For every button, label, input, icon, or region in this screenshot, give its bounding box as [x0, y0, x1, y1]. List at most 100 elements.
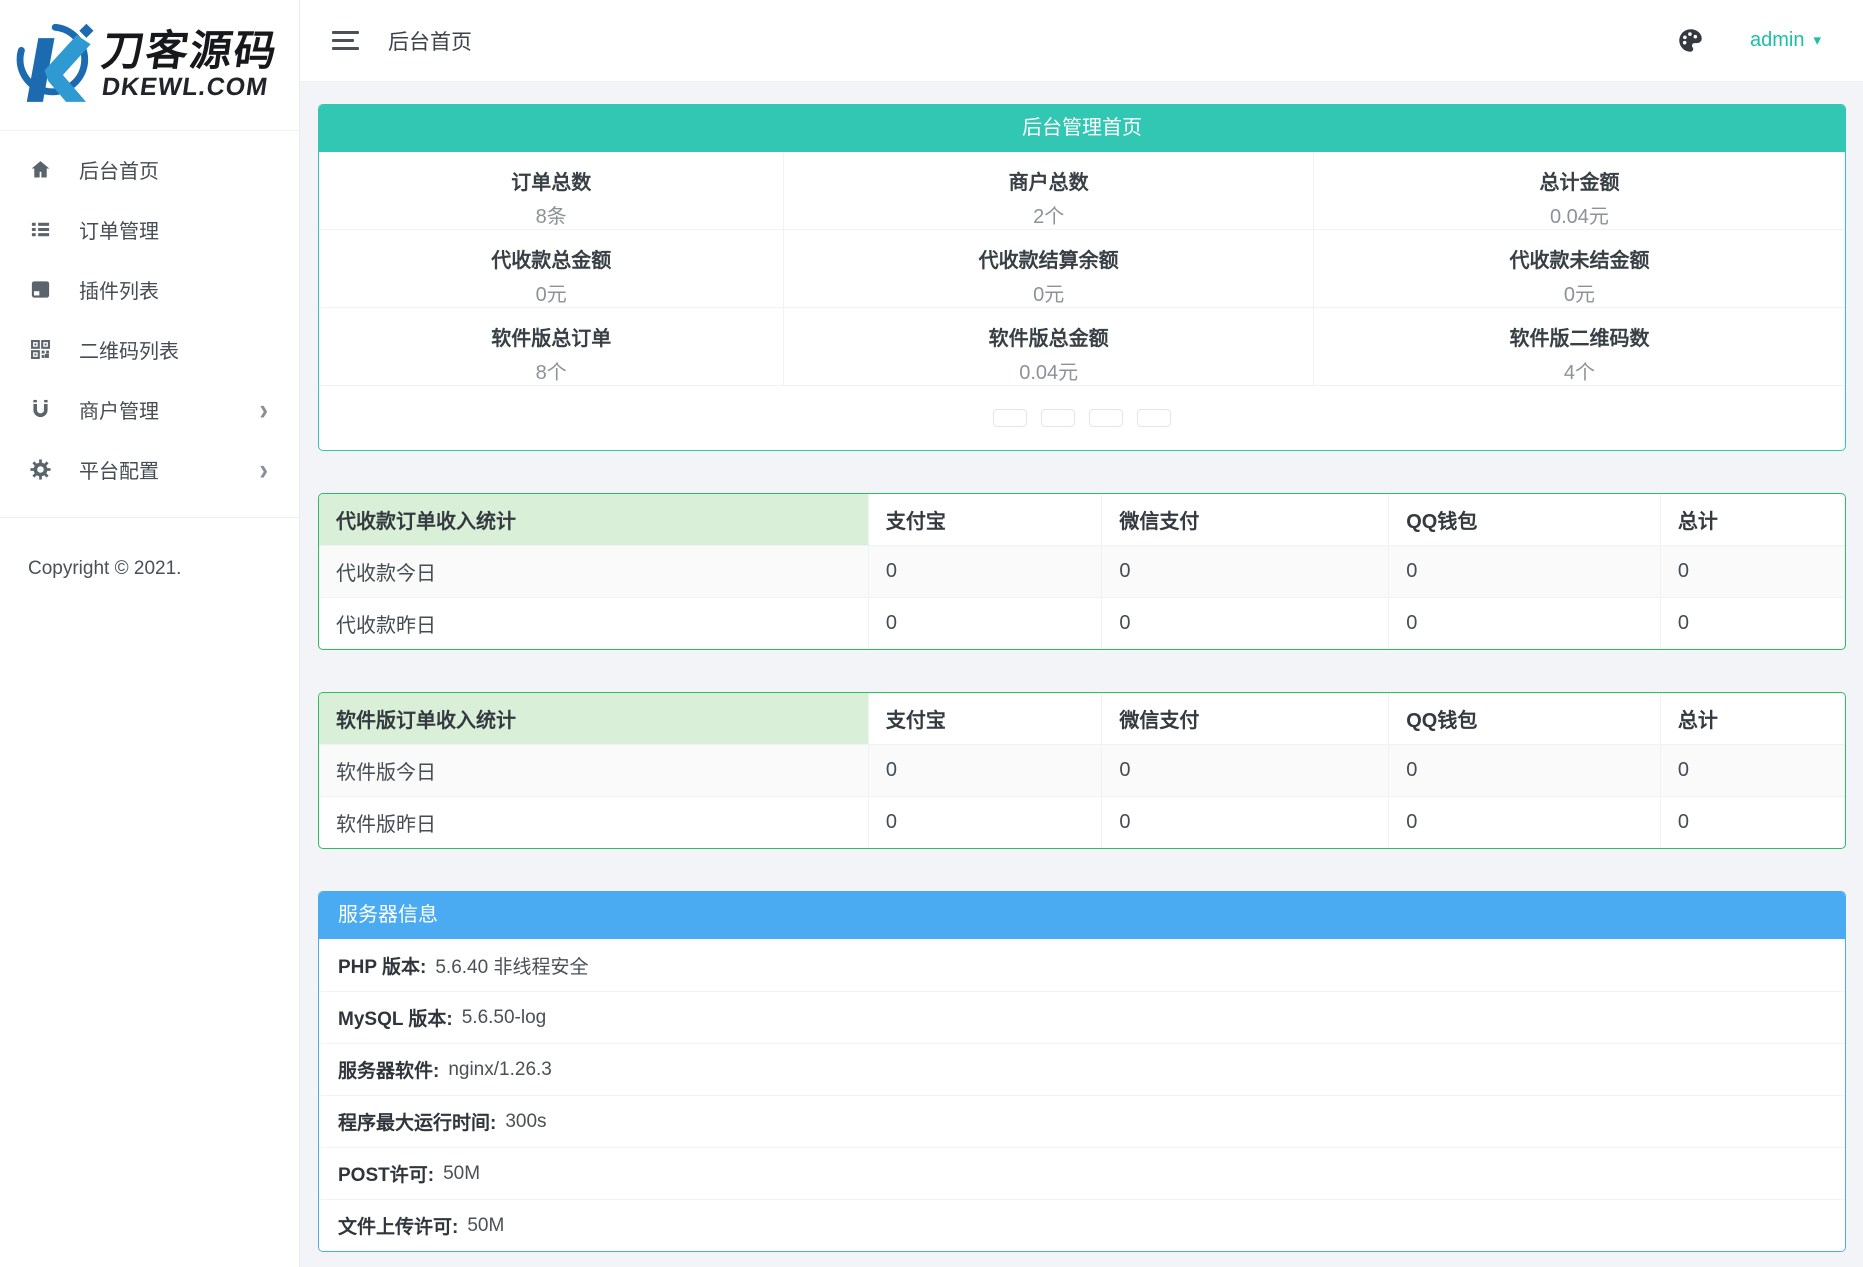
stat-value: 0.04元: [1314, 200, 1845, 229]
sidebar-item-home[interactable]: 后台首页 ›: [0, 139, 299, 199]
config-button[interactable]: [1089, 409, 1123, 427]
magnet-icon: [29, 398, 52, 421]
topbar-right: admin ▾: [1677, 27, 1821, 54]
server-info-label: 文件上传许可:: [338, 1212, 458, 1239]
row-label: 软件版今日: [319, 744, 868, 796]
stat-label: 软件版二维码数: [1314, 322, 1845, 351]
stat-value: 8个: [319, 356, 783, 385]
server-info-label: 服务器软件:: [338, 1056, 439, 1083]
server-info-row: 程序最大运行时间: 300s: [319, 1095, 1845, 1147]
column-header: 支付宝: [868, 693, 1101, 744]
server-info-row: 服务器软件: nginx/1.26.3: [319, 1043, 1845, 1095]
brand-name-en: DKEWL.COM: [100, 75, 280, 101]
sidebar-item-plugins[interactable]: 插件列表 ›: [0, 259, 299, 319]
column-header: QQ钱包: [1389, 494, 1661, 545]
software-income-table-panel: 软件版订单收入统计 支付宝 微信支付 QQ钱包 总计 软件版今日 0 0 0 0: [318, 692, 1846, 849]
sidebar-item-label: 商户管理: [79, 395, 159, 424]
stat-value: 8条: [319, 200, 783, 229]
table-title: 代收款订单收入统计: [319, 494, 868, 545]
stat-value: 0.04元: [784, 356, 1313, 385]
row-label: 软件版昨日: [319, 796, 868, 848]
stat-cell: 代收款总金额 0元: [319, 230, 784, 308]
table-cell: 0: [1102, 597, 1389, 649]
table-cell: 0: [1389, 597, 1661, 649]
server-info-panel: 服务器信息 PHP 版本: 5.6.40 非线程安全 MySQL 版本: 5.6…: [318, 891, 1846, 1252]
income-tables: 代收款订单收入统计 支付宝 微信支付 QQ钱包 总计 代收款今日 0 0 0 0: [318, 493, 1846, 849]
table-cell: 0: [1389, 545, 1661, 597]
table-cell: 0: [1102, 796, 1389, 848]
sidebar-item-label: 二维码列表: [79, 335, 179, 364]
server-info-label: PHP 版本:: [338, 952, 426, 979]
column-header: 总计: [1660, 693, 1845, 744]
table-cell: 0: [1660, 545, 1845, 597]
stats-grid: 订单总数 8条 商户总数 2个 总计金额 0.04元 代收款总金额 0元 代收款…: [319, 152, 1845, 386]
table-cell: 0: [868, 796, 1101, 848]
sidebar-item-merchants[interactable]: 商户管理 ›: [0, 379, 299, 439]
qrcode-icon: [29, 338, 52, 361]
stat-cell: 软件版总金额 0.04元: [784, 308, 1314, 386]
column-header: 支付宝: [868, 494, 1101, 545]
brand-name-cn: 刀客源码: [99, 30, 281, 73]
table-cell: 0: [1389, 744, 1661, 796]
table-cell: 0: [1660, 796, 1845, 848]
column-header: 微信支付: [1102, 693, 1389, 744]
stat-label: 代收款结算余额: [784, 244, 1313, 273]
stat-label: 软件版总订单: [319, 322, 783, 351]
user-name: admin: [1750, 29, 1804, 52]
table-cell: 0: [1660, 597, 1845, 649]
stat-value: 0元: [319, 278, 783, 307]
table-cell: 0: [868, 545, 1101, 597]
gear-icon: [29, 458, 52, 481]
table-header-row: 代收款订单收入统计 支付宝 微信支付 QQ钱包 总计: [319, 494, 1845, 545]
config-button[interactable]: [1041, 409, 1075, 427]
table-row: 代收款今日 0 0 0 0: [319, 545, 1845, 597]
stat-label: 总计金额: [1314, 166, 1845, 195]
chevron-right-icon: ›: [259, 454, 268, 484]
server-info-value: 50M: [443, 1163, 480, 1185]
stat-label: 商户总数: [784, 166, 1313, 195]
table-cell: 0: [1102, 545, 1389, 597]
config-buttons-row: [319, 386, 1845, 450]
theme-palette-icon[interactable]: [1677, 27, 1704, 54]
sidebar-item-label: 平台配置: [79, 455, 159, 484]
menu-toggle-button[interactable]: [330, 27, 361, 54]
sidebar-item-platform[interactable]: 平台配置 ›: [0, 439, 299, 499]
table-row: 软件版今日 0 0 0 0: [319, 744, 1845, 796]
stat-cell: 软件版总订单 8个: [319, 308, 784, 386]
home-icon: [29, 158, 52, 181]
server-info-value: 300s: [505, 1111, 546, 1133]
config-button[interactable]: [1137, 409, 1171, 427]
stat-cell: 商户总数 2个: [784, 152, 1314, 230]
stat-label: 代收款总金额: [319, 244, 783, 273]
server-info-row: 文件上传许可: 50M: [319, 1199, 1845, 1251]
stat-label: 软件版总金额: [784, 322, 1313, 351]
copyright-text: Copyright © 2021.: [0, 558, 299, 580]
stat-value: 2个: [784, 200, 1313, 229]
server-info-row: POST许可: 50M: [319, 1147, 1845, 1199]
main-content: 后台管理首页 订单总数 8条 商户总数 2个 总计金额 0.04元 代收款总金额…: [299, 82, 1863, 1267]
user-dropdown[interactable]: admin ▾: [1750, 29, 1821, 52]
stat-cell: 软件版二维码数 4个: [1314, 308, 1845, 386]
column-header: 总计: [1660, 494, 1845, 545]
table-row: 代收款昨日 0 0 0 0: [319, 597, 1845, 649]
stat-cell: 代收款结算余额 0元: [784, 230, 1314, 308]
table-cell: 0: [1389, 796, 1661, 848]
sidebar-item-label: 插件列表: [79, 275, 159, 304]
config-button[interactable]: [993, 409, 1027, 427]
stat-value: 0元: [784, 278, 1313, 307]
collection-income-table-panel: 代收款订单收入统计 支付宝 微信支付 QQ钱包 总计 代收款今日 0 0 0 0: [318, 493, 1846, 650]
overview-panel-title: 后台管理首页: [319, 105, 1845, 152]
sidebar-item-orders[interactable]: 订单管理 ›: [0, 199, 299, 259]
sidebar-divider: [0, 517, 299, 518]
sidebar-item-qrcodes[interactable]: 二维码列表 ›: [0, 319, 299, 379]
sidebar-item-label: 订单管理: [79, 215, 159, 244]
plugin-icon: [29, 278, 52, 301]
overview-panel: 后台管理首页 订单总数 8条 商户总数 2个 总计金额 0.04元 代收款总金额…: [318, 104, 1846, 451]
server-info-label: MySQL 版本:: [338, 1004, 453, 1031]
list-icon: [29, 218, 52, 241]
chevron-right-icon: ›: [259, 394, 268, 424]
brand-logo-icon: [6, 22, 106, 108]
brand-logo[interactable]: 刀客源码 DKEWL.COM: [0, 0, 299, 131]
table-header-row: 软件版订单收入统计 支付宝 微信支付 QQ钱包 总计: [319, 693, 1845, 744]
stat-label: 订单总数: [319, 166, 783, 195]
